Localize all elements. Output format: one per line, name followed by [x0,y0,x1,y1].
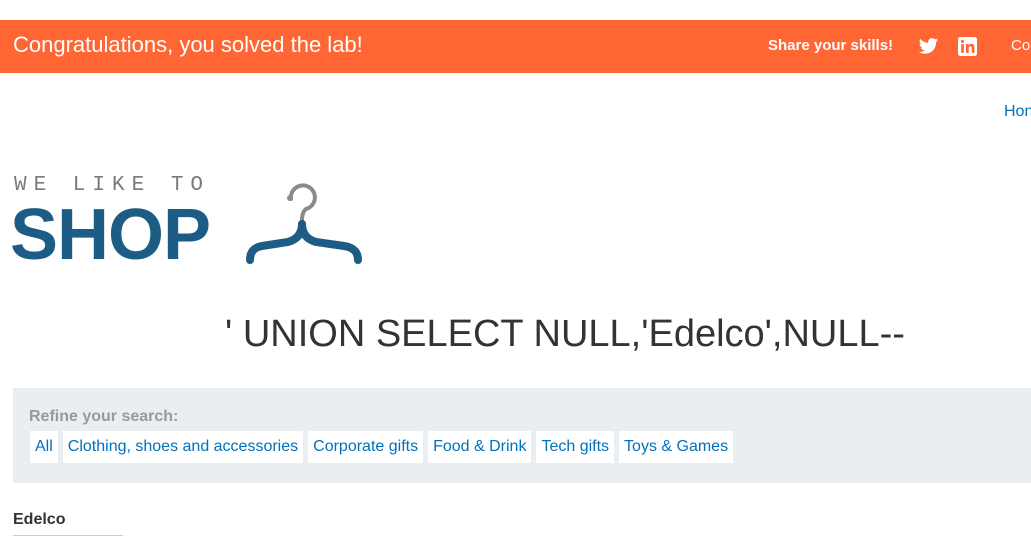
filter-title: Refine your search: [29,408,179,425]
filter-all[interactable]: All [30,431,58,463]
banner-message: Congratulations, you solved the lab! [13,32,363,57]
result-item-name: Edelco [13,511,66,528]
filter-toys-games[interactable]: Toys & Games [619,431,734,463]
result-divider [13,535,123,536]
filter-food-drink[interactable]: Food & Drink [428,431,532,463]
hanger-icon [246,183,362,264]
shop-logo[interactable]: WE LIKE TO SHOP [10,172,372,275]
filter-panel: Refine your search: All Clothing, shoes … [13,388,1031,483]
filter-tech-gifts[interactable]: Tech gifts [536,431,615,463]
linkedin-icon[interactable] [958,37,977,56]
share-label: Share your skills! [768,37,894,54]
logo-word: SHOP [10,195,211,275]
filter-list: All Clothing, shoes and accessories Corp… [30,431,734,463]
filter-clothing[interactable]: Clothing, shoes and accessories [62,431,304,463]
search-heading-text: ' UNION SELECT NULL,'Edelco',NULL-- [225,313,905,355]
twitter-icon[interactable] [918,36,939,57]
filter-corporate-gifts[interactable]: Corporate gifts [308,431,424,463]
banner-continue-link[interactable]: Co [1011,37,1030,54]
lab-solved-banner: Congratulations, you solved the lab! Sha… [0,20,1031,73]
home-link[interactable]: Hon [1004,103,1031,121]
